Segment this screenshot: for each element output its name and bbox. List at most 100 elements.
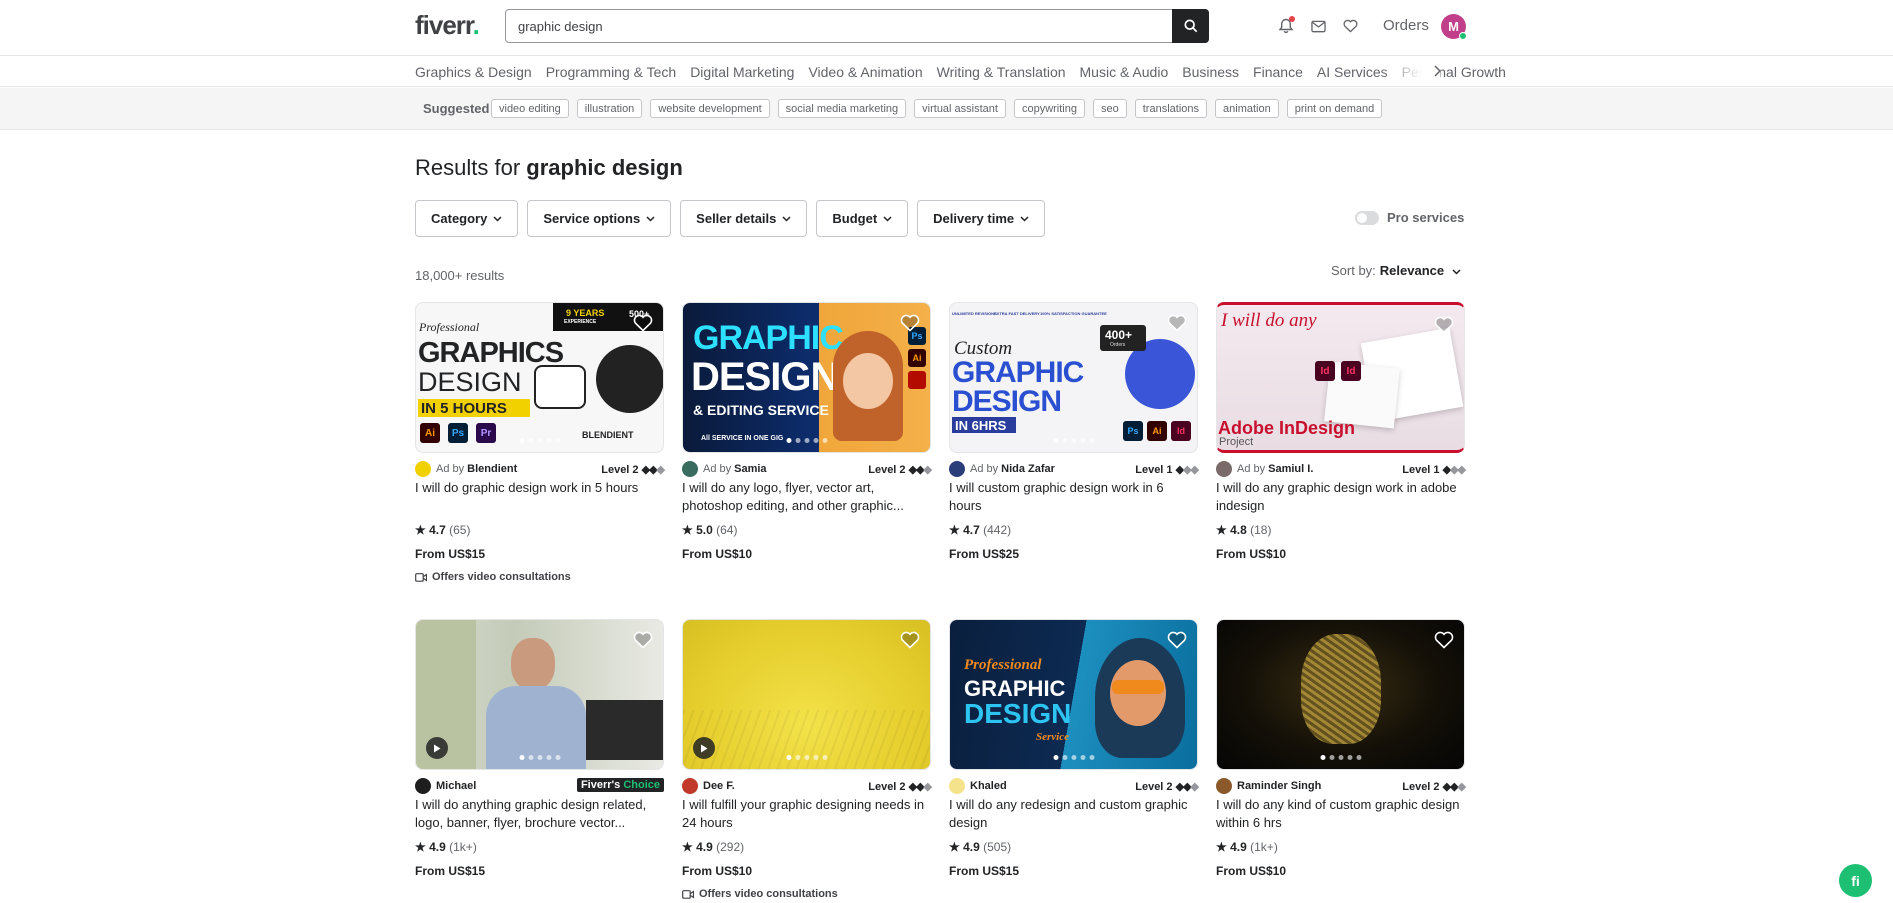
gig-title[interactable]: I will do any kind of custom graphic des… bbox=[1216, 796, 1465, 832]
category-ai-services[interactable]: AI Services bbox=[1317, 64, 1388, 80]
gig-title[interactable]: I will do graphic design work in 5 hours bbox=[415, 479, 664, 515]
suggested-chip[interactable]: website development bbox=[650, 99, 770, 118]
gig-price: From US$10 bbox=[682, 547, 753, 561]
seller-avatar[interactable] bbox=[1216, 461, 1232, 477]
gig-thumbnail[interactable]: 9 YEARS EXPERIENCE 500+ Professional GRA… bbox=[415, 302, 664, 453]
seller-name[interactable]: Samia bbox=[734, 463, 766, 475]
seller-name[interactable]: Michael bbox=[436, 780, 476, 792]
search-input[interactable] bbox=[518, 10, 1088, 42]
seller-name[interactable]: Khaled bbox=[970, 780, 1007, 792]
heart-icon[interactable] bbox=[900, 630, 920, 650]
gig-card[interactable]: Dee F. Level 2 ◆◆◆ I will fulfill your g… bbox=[682, 619, 932, 900]
orders-link[interactable]: Orders bbox=[1383, 17, 1429, 34]
heart-icon[interactable] bbox=[1167, 630, 1187, 650]
carousel-dots[interactable] bbox=[1320, 755, 1361, 760]
category-writing-translation[interactable]: Writing & Translation bbox=[937, 64, 1066, 80]
filter-seller-details[interactable]: Seller details bbox=[680, 200, 808, 237]
suggested-chip[interactable]: social media marketing bbox=[777, 99, 907, 118]
thumb-text: 100% SATISFACTION GUARANTEE bbox=[1040, 311, 1107, 316]
seller-name[interactable]: Blendient bbox=[467, 463, 517, 475]
suggested-chip[interactable]: translations bbox=[1134, 99, 1208, 118]
play-button[interactable] bbox=[693, 737, 715, 759]
carousel-dots[interactable] bbox=[1053, 755, 1094, 760]
filter-delivery-time[interactable]: Delivery time bbox=[917, 200, 1046, 237]
suggested-chip[interactable]: seo bbox=[1093, 99, 1127, 118]
gig-price: From US$15 bbox=[949, 864, 1020, 878]
gig-card[interactable]: I will do any Id Id Adobe InDesign Proje… bbox=[1216, 302, 1466, 561]
gig-thumbnail[interactable] bbox=[1216, 619, 1465, 770]
seller-avatar[interactable] bbox=[949, 461, 965, 477]
avatar-initial: M bbox=[1448, 19, 1459, 34]
play-button[interactable] bbox=[426, 737, 448, 759]
filter-category[interactable]: Category bbox=[415, 200, 519, 237]
heart-icon[interactable] bbox=[633, 630, 653, 650]
gig-title[interactable]: I will do any redesign and custom graphi… bbox=[949, 796, 1198, 832]
favorites-button[interactable] bbox=[1340, 16, 1360, 36]
seller-avatar[interactable] bbox=[682, 461, 698, 477]
filter-budget[interactable]: Budget bbox=[816, 200, 909, 237]
category-finance[interactable]: Finance bbox=[1253, 64, 1303, 80]
category-graphics-design[interactable]: Graphics & Design bbox=[415, 64, 532, 80]
gig-thumbnail[interactable]: I will do any Id Id Adobe InDesign Proje… bbox=[1216, 302, 1465, 453]
gig-card[interactable]: Professional GRAPHIC DESIGN Service Khal… bbox=[949, 619, 1199, 878]
messages-button[interactable] bbox=[1308, 16, 1328, 36]
gig-thumbnail[interactable] bbox=[415, 619, 664, 770]
chat-button[interactable]: fi bbox=[1839, 864, 1872, 897]
suggested-chip[interactable]: print on demand bbox=[1286, 99, 1383, 118]
seller-name[interactable]: Samiul I. bbox=[1268, 463, 1313, 475]
seller-name[interactable]: Nida Zafar bbox=[1001, 463, 1055, 475]
filter-service-options[interactable]: Service options bbox=[527, 200, 672, 237]
gig-title[interactable]: I will do any graphic design work in ado… bbox=[1216, 479, 1465, 515]
carousel-dots[interactable] bbox=[519, 755, 560, 760]
sort-dropdown[interactable]: Sort by: Relevance bbox=[1331, 263, 1461, 278]
suggested-chip[interactable]: video editing bbox=[491, 99, 569, 118]
seller-name[interactable]: Raminder Singh bbox=[1237, 780, 1321, 792]
category-programming-tech[interactable]: Programming & Tech bbox=[546, 64, 676, 80]
category-video-animation[interactable]: Video & Animation bbox=[808, 64, 922, 80]
gig-thumbnail[interactable] bbox=[682, 619, 931, 770]
heart-icon[interactable] bbox=[1434, 315, 1454, 335]
category-digital-marketing[interactable]: Digital Marketing bbox=[690, 64, 794, 80]
fiverr-logo[interactable]: fiverr. bbox=[415, 10, 480, 41]
gig-thumbnail[interactable]: GRAPHIC DESIGN & EDITING SERVICE All SER… bbox=[682, 302, 931, 453]
gig-card[interactable]: Michael Fiverr's Choice I will do anythi… bbox=[415, 619, 664, 878]
seller-avatar[interactable] bbox=[682, 778, 698, 794]
carousel-dots[interactable] bbox=[519, 438, 560, 443]
carousel-dots[interactable] bbox=[1053, 438, 1094, 443]
gig-thumbnail[interactable]: UNLIMITED REVISIONS EXTRA FAST DELIVERY … bbox=[949, 302, 1198, 453]
gig-card[interactable]: GRAPHIC DESIGN & EDITING SERVICE All SER… bbox=[682, 302, 932, 561]
suggested-chip[interactable]: animation bbox=[1215, 99, 1279, 118]
suggested-chip[interactable]: copywriting bbox=[1013, 99, 1085, 118]
heart-icon[interactable] bbox=[900, 313, 920, 333]
rating-value: 4.8 bbox=[1230, 523, 1247, 537]
gig-card[interactable]: Raminder Singh Level 2 ◆◆◆ I will do any… bbox=[1216, 619, 1466, 878]
gig-title[interactable]: I will do anything graphic design relate… bbox=[415, 796, 664, 832]
gig-title[interactable]: I will do any logo, flyer, vector art, p… bbox=[682, 479, 931, 515]
notifications-button[interactable] bbox=[1276, 16, 1296, 36]
seller-avatar[interactable] bbox=[415, 461, 431, 477]
category-music-audio[interactable]: Music & Audio bbox=[1080, 64, 1169, 80]
suggested-chip[interactable]: illustration bbox=[576, 99, 643, 118]
gig-thumbnail[interactable]: Professional GRAPHIC DESIGN Service bbox=[949, 619, 1198, 770]
logo-text: fiverr bbox=[415, 10, 474, 40]
heart-icon[interactable] bbox=[1167, 313, 1187, 333]
category-business[interactable]: Business bbox=[1182, 64, 1239, 80]
search-button[interactable] bbox=[1172, 9, 1209, 43]
toggle-switch[interactable] bbox=[1355, 210, 1379, 225]
gig-card[interactable]: UNLIMITED REVISIONS EXTRA FAST DELIVERY … bbox=[949, 302, 1199, 561]
gig-title[interactable]: I will fulfill your graphic designing ne… bbox=[682, 796, 931, 832]
carousel-dots[interactable] bbox=[786, 755, 827, 760]
suggested-chip[interactable]: virtual assistant bbox=[914, 99, 1006, 118]
seller-avatar[interactable] bbox=[949, 778, 965, 794]
carousel-dots[interactable] bbox=[786, 438, 827, 443]
seller-avatar[interactable] bbox=[415, 778, 431, 794]
pro-services-toggle[interactable]: Pro services bbox=[1355, 210, 1464, 225]
seller-name[interactable]: Dee F. bbox=[703, 780, 735, 792]
user-avatar[interactable]: M bbox=[1441, 14, 1467, 40]
seller-avatar[interactable] bbox=[1216, 778, 1232, 794]
gig-title[interactable]: I will custom graphic design work in 6 h… bbox=[949, 479, 1198, 515]
heart-icon[interactable] bbox=[1434, 630, 1454, 650]
gig-card[interactable]: 9 YEARS EXPERIENCE 500+ Professional GRA… bbox=[415, 302, 665, 583]
heart-icon[interactable] bbox=[633, 313, 653, 333]
category-scroll-right[interactable] bbox=[1433, 64, 1442, 80]
